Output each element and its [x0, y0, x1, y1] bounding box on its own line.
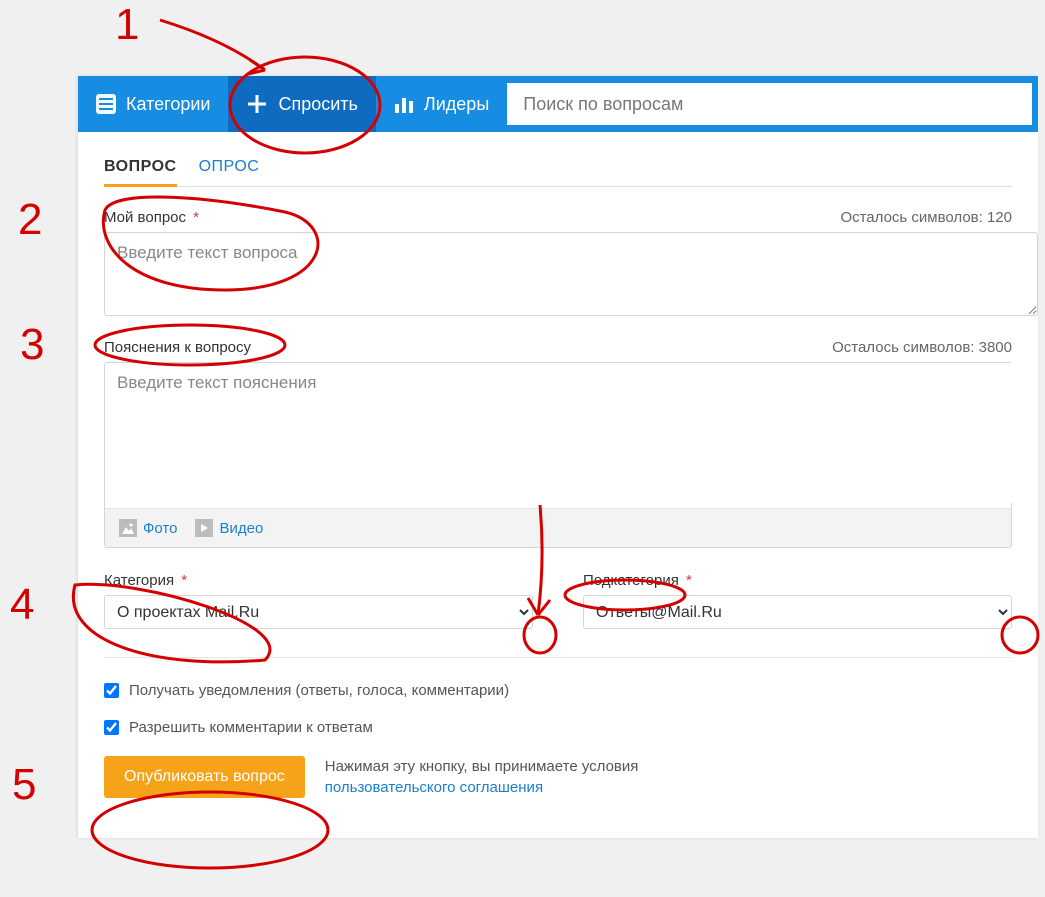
- notifications-checkbox[interactable]: [104, 683, 119, 698]
- explain-field: Пояснения к вопросу Осталось символов: 3…: [104, 339, 1012, 548]
- anno-3: 3: [20, 320, 44, 370]
- category-select[interactable]: О проектах Mail.Ru: [104, 595, 533, 629]
- allow-comments-label: Разрешить комментарии к ответам: [129, 719, 373, 736]
- nav-ask[interactable]: Спросить: [228, 76, 375, 132]
- question-counter: Осталось символов: 120: [840, 209, 1012, 226]
- page-container: Категории Спросить Лидеры ВОПРОС ОПРОС М…: [78, 76, 1038, 838]
- tabs: ВОПРОС ОПРОС: [104, 152, 1012, 187]
- explain-counter: Осталось символов: 3800: [832, 339, 1012, 356]
- content: ВОПРОС ОПРОС Мой вопрос * Осталось симво…: [78, 132, 1038, 838]
- subcategory-col: Подкатегория * Ответы@Mail.Ru: [583, 572, 1012, 629]
- list-icon: [96, 94, 116, 114]
- category-col: Категория * О проектах Mail.Ru: [104, 572, 533, 629]
- allow-comments-checkbox-row[interactable]: Разрешить комментарии к ответам: [104, 719, 1012, 736]
- nav-leaders[interactable]: Лидеры: [376, 76, 507, 132]
- nav-ask-label: Спросить: [278, 94, 357, 115]
- notifications-label: Получать уведомления (ответы, голоса, ко…: [129, 682, 509, 699]
- attach-photo[interactable]: Фото: [119, 519, 177, 537]
- subcategory-label: Подкатегория *: [583, 572, 1012, 589]
- allow-comments-checkbox[interactable]: [104, 720, 119, 735]
- tos-link[interactable]: пользовательского соглашения: [325, 779, 543, 796]
- search-input[interactable]: [507, 83, 1032, 125]
- anno-1: 1: [115, 0, 139, 50]
- tab-poll[interactable]: ОПРОС: [199, 152, 260, 186]
- anno-5: 5: [12, 760, 36, 810]
- question-field: Мой вопрос * Осталось символов: 120: [104, 209, 1012, 321]
- submit-row: Опубликовать вопрос Нажимая эту кнопку, …: [104, 756, 1012, 798]
- search-wrap: [507, 76, 1038, 132]
- plus-icon: [246, 93, 268, 115]
- explain-input[interactable]: [105, 363, 1035, 503]
- nav-leaders-label: Лидеры: [424, 94, 489, 115]
- anno-2: 2: [18, 195, 42, 245]
- notifications-checkbox-row[interactable]: Получать уведомления (ответы, голоса, ко…: [104, 682, 1012, 699]
- category-label: Категория *: [104, 572, 533, 589]
- top-nav: Категории Спросить Лидеры: [78, 76, 1038, 132]
- subcategory-select[interactable]: Ответы@Mail.Ru: [583, 595, 1012, 629]
- bars-icon: [394, 94, 414, 114]
- nav-categories-label: Категории: [126, 94, 210, 115]
- anno-4: 4: [10, 580, 34, 630]
- photo-icon: [119, 519, 137, 537]
- explain-label: Пояснения к вопросу: [104, 339, 251, 356]
- publish-button[interactable]: Опубликовать вопрос: [104, 756, 305, 798]
- categories-row: Категория * О проектах Mail.Ru Подкатего…: [104, 572, 1012, 629]
- attach-bar: Фото Видео: [105, 508, 1011, 547]
- disclaimer: Нажимая эту кнопку, вы принимаете услови…: [325, 756, 639, 798]
- video-icon: [195, 519, 213, 537]
- divider: [104, 657, 1012, 658]
- question-label: Мой вопрос *: [104, 209, 199, 226]
- nav-categories[interactable]: Категории: [78, 76, 228, 132]
- tab-question[interactable]: ВОПРОС: [104, 152, 177, 186]
- question-input[interactable]: [104, 232, 1038, 316]
- attach-video[interactable]: Видео: [195, 519, 263, 537]
